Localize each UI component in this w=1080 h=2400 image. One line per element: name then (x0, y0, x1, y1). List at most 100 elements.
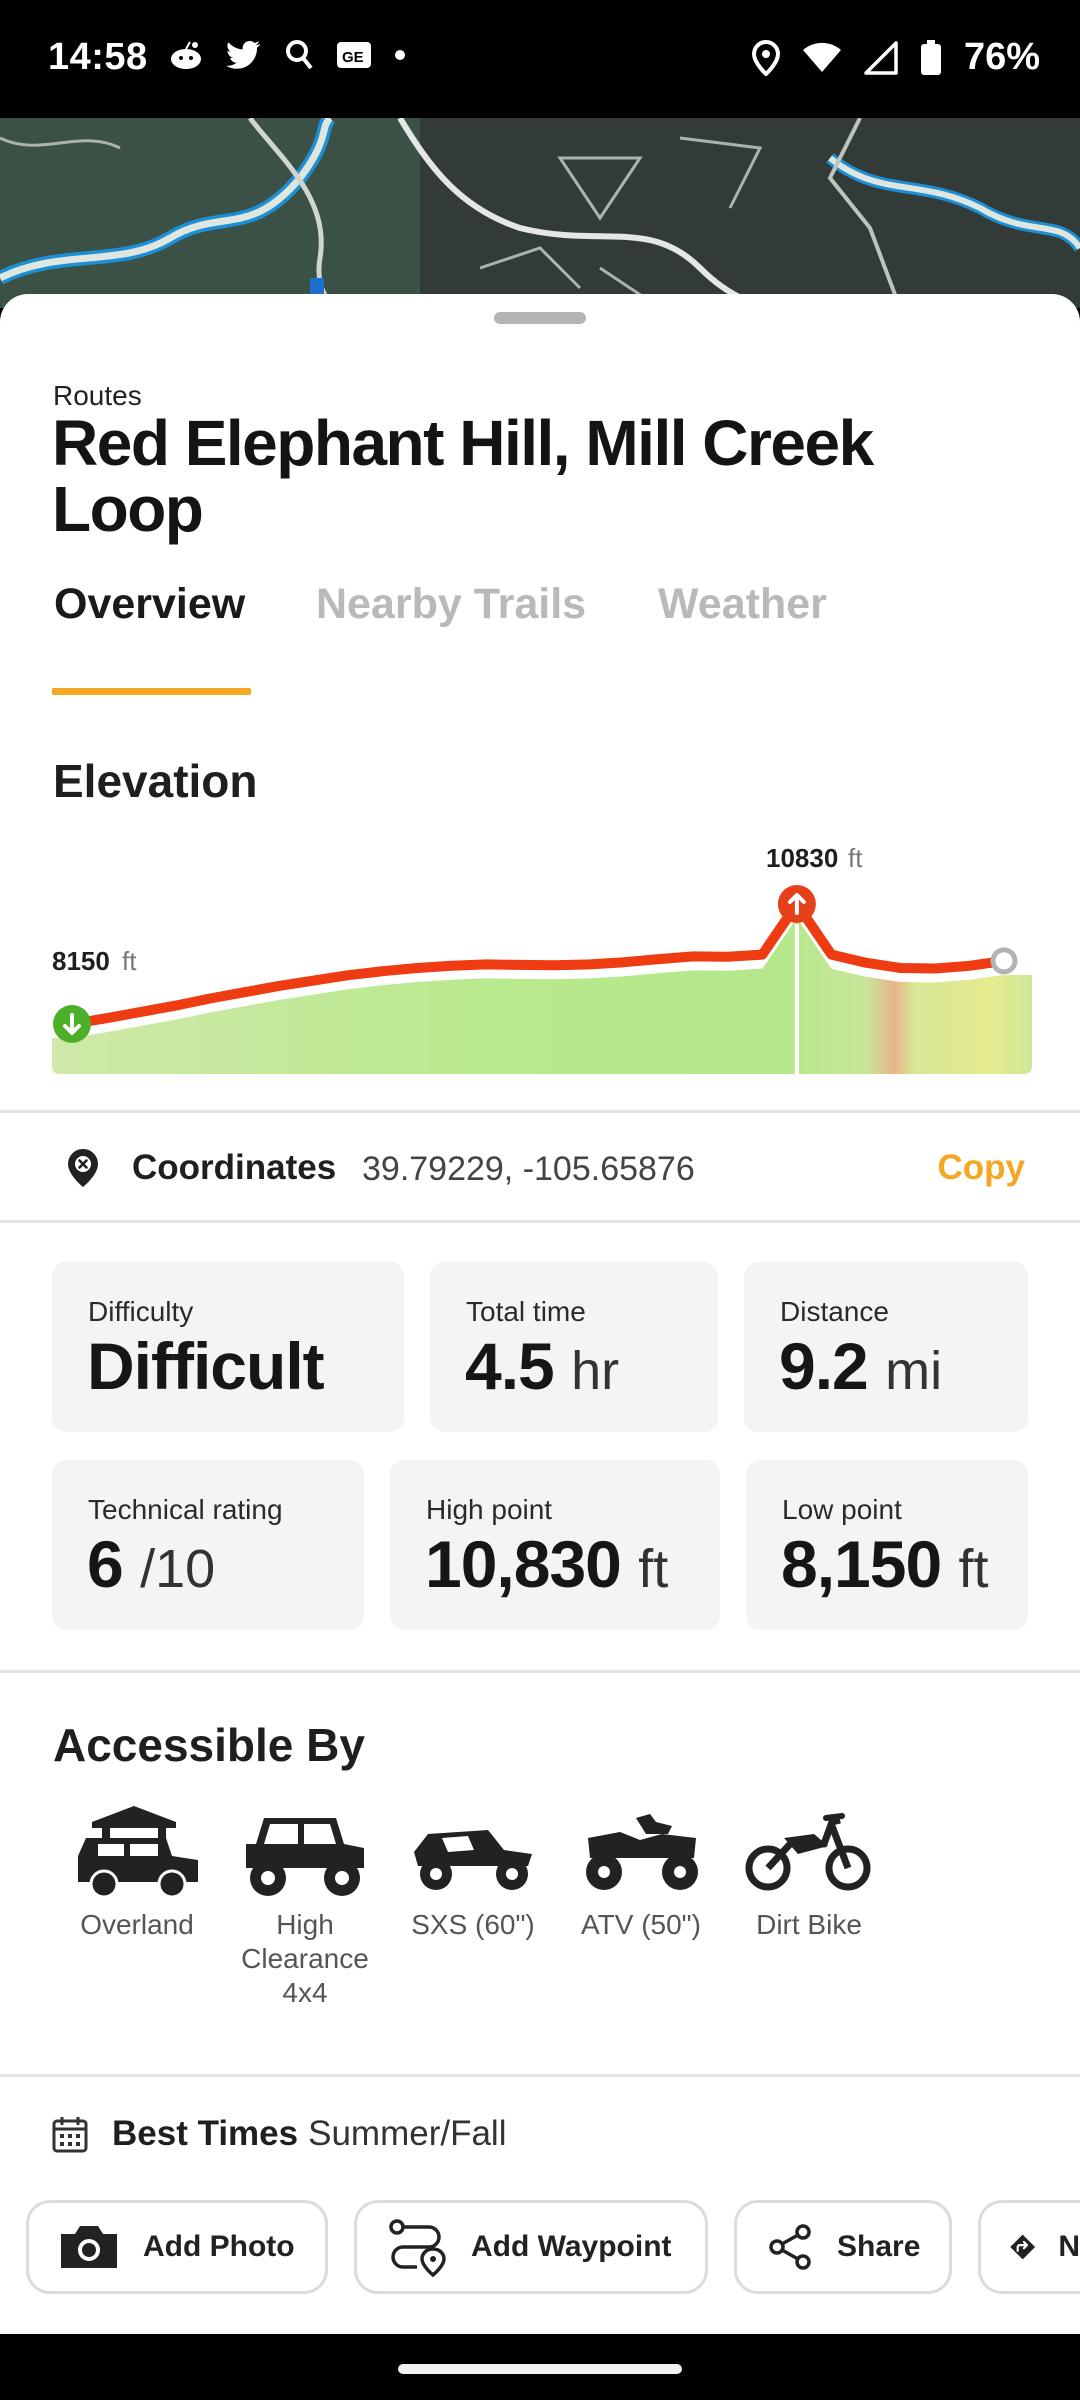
camera-icon (61, 2226, 117, 2268)
vehicle-label: SXS (60") (411, 1909, 535, 1940)
divider (0, 2074, 1080, 2077)
technical-rating-unit: /10 (140, 1539, 216, 1599)
status-bar: 14:58 GE 76% (0, 0, 1080, 118)
sxs-icon (414, 1830, 532, 1890)
distance-value: 9.2 (779, 1329, 869, 1403)
navigate-button[interactable]: N (978, 2200, 1080, 2294)
add-photo-label: Add Photo (143, 2230, 295, 2263)
navigate-label: N (1058, 2230, 1080, 2263)
divider (0, 1670, 1080, 1673)
share-label: Share (837, 2230, 921, 2263)
vehicle-sxs: SXS (60") (388, 1804, 558, 1942)
add-waypoint-button[interactable]: Add Waypoint (354, 2200, 708, 2294)
technical-rating-card: Technical rating 6 /10 (52, 1460, 364, 1630)
peak-elevation-unit: ft (848, 843, 863, 873)
dot-icon (395, 50, 405, 60)
atv-icon (586, 1814, 698, 1890)
vehicle-list: Overland High Clearance 4x4 SXS (60") AT… (52, 1804, 1052, 2044)
coordinates-label: Coordinates (132, 1148, 337, 1187)
news-icon: GE (337, 42, 371, 68)
battery-icon (920, 39, 941, 75)
divider (0, 1220, 1080, 1223)
route-detail-sheet: Routes Red Elephant Hill, Mill Creek Loo… (0, 294, 1080, 2334)
difficulty-label: Difficulty (88, 1296, 194, 1327)
low-point-unit: ft (958, 1539, 989, 1599)
location-pin-icon (68, 1149, 98, 1187)
difficulty-card: Difficulty Difficult (52, 1262, 404, 1432)
total-time-unit: hr (571, 1341, 620, 1401)
technical-rating-value: 6 (87, 1527, 124, 1601)
elevation-heading: Elevation (53, 755, 258, 807)
vehicle-high-clearance: High Clearance 4x4 (220, 1804, 390, 2010)
coordinates-row: Coordinates 39.79229, -105.65876 Copy (0, 1114, 1080, 1214)
route-title: Red Elephant Hill, Mill Creek Loop (52, 407, 874, 545)
high-point-value: 10,830 (425, 1527, 622, 1601)
total-time-card: Total time 4.5 hr (430, 1262, 718, 1432)
map-terrain (0, 118, 1080, 308)
tab-overview[interactable]: Overview (54, 580, 245, 629)
battery-percent: 76% (963, 36, 1040, 78)
twitter-icon (226, 40, 261, 69)
elevation-chart: 8150 ft 10830 ft (52, 834, 1032, 1074)
technical-rating-label: Technical rating (88, 1494, 283, 1525)
end-marker (990, 947, 1018, 975)
peak-marker-icon (777, 885, 816, 923)
best-times-value: Summer/Fall (308, 2114, 507, 2153)
share-icon (769, 2224, 811, 2270)
high-point-label: High point (426, 1494, 553, 1525)
system-icons: 76% (751, 36, 1040, 79)
reddit-icon (171, 41, 201, 69)
overland-icon (78, 1806, 198, 1899)
system-nav-bar (0, 2334, 1080, 2400)
vehicle-label: Overland (80, 1909, 194, 1940)
high-point-card: High point 10,830 ft (390, 1460, 720, 1630)
home-gesture-bar[interactable] (398, 2364, 682, 2374)
low-point-label: Low point (782, 1494, 902, 1525)
low-point-card: Low point 8,150 ft (746, 1460, 1028, 1630)
vehicle-dirt-bike: Dirt Bike (724, 1804, 894, 1942)
vehicle-atv: ATV (50") (556, 1804, 726, 1942)
share-button[interactable]: Share (734, 2200, 952, 2294)
sheet-drag-handle[interactable] (494, 312, 586, 324)
distance-unit: mi (885, 1341, 943, 1401)
add-photo-button[interactable]: Add Photo (26, 2200, 328, 2294)
start-elevation-value: 8150 (52, 946, 110, 976)
add-waypoint-label: Add Waypoint (471, 2230, 672, 2263)
low-point-value: 8,150 (781, 1527, 942, 1601)
svg-text:GE: GE (342, 49, 364, 66)
start-marker-icon (53, 1005, 91, 1043)
total-time-value: 4.5 (465, 1329, 555, 1403)
tab-bar: Overview Nearby Trails Weather (0, 580, 1080, 690)
navigate-icon (1010, 2234, 1036, 2260)
divider (0, 1110, 1080, 1113)
waypoint-icon (389, 2219, 446, 2277)
vehicle-label: High Clearance 4x4 (241, 1909, 369, 2008)
start-elevation-unit: ft (122, 946, 137, 976)
wifi-icon (802, 42, 841, 72)
vehicle-label: ATV (50") (581, 1909, 701, 1940)
coordinates-value: 39.79229, -105.65876 (362, 1150, 695, 1188)
jeep-icon (246, 1818, 364, 1896)
best-times-row: Best Times Summer/Fall (52, 2104, 506, 2164)
distance-card: Distance 9.2 mi (744, 1262, 1028, 1432)
search-notification-icon (286, 40, 313, 70)
peak-elevation-value: 10830 (766, 843, 838, 873)
map-view[interactable] (0, 118, 1080, 308)
tab-weather[interactable]: Weather (658, 580, 827, 629)
action-bar: Add Photo Add Waypoint Share N (0, 2200, 1080, 2300)
accessible-by-heading: Accessible By (53, 1719, 365, 1771)
notification-icons: GE (168, 38, 406, 72)
vehicle-label: Dirt Bike (756, 1909, 862, 1940)
location-icon (751, 39, 780, 76)
status-time: 14:58 (48, 36, 148, 78)
difficulty-value: Difficult (87, 1329, 325, 1403)
high-point-unit: ft (638, 1539, 669, 1599)
signal-icon (864, 40, 898, 75)
tab-nearby-trails[interactable]: Nearby Trails (316, 580, 586, 629)
dirt-bike-icon (745, 1813, 871, 1891)
vehicle-overland: Overland (52, 1804, 222, 1942)
distance-label: Distance (780, 1296, 889, 1327)
active-tab-indicator (52, 688, 251, 695)
copy-coordinates-button[interactable]: Copy (938, 1148, 1026, 1188)
total-time-label: Total time (466, 1296, 586, 1327)
